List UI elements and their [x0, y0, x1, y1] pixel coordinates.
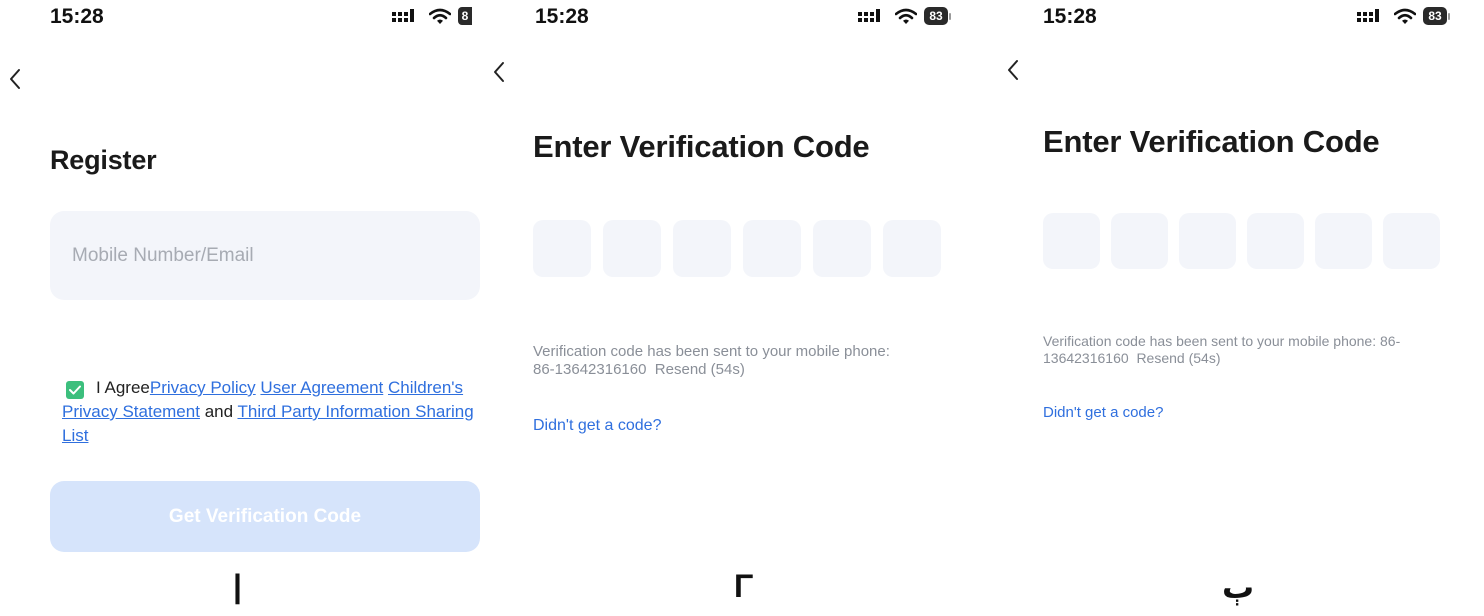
- code-sent-message: Verification code has been sent to your …: [533, 343, 913, 379]
- page-title: Register: [50, 145, 157, 175]
- battery-icon: 83: [1423, 7, 1447, 25]
- back-button[interactable]: [490, 59, 508, 85]
- code-digit-box[interactable]: [743, 220, 801, 277]
- status-time: 15:28: [50, 5, 104, 28]
- code-digit-box[interactable]: [1043, 213, 1100, 269]
- battery-cap: [949, 12, 951, 20]
- mobile-email-input[interactable]: [72, 244, 480, 267]
- status-time: 15:28: [1043, 5, 1097, 28]
- get-verification-code-button[interactable]: Get Verification Code: [50, 481, 480, 552]
- code-digit-box[interactable]: [1247, 213, 1304, 269]
- screen-caption: ٻ: [1222, 569, 1255, 605]
- back-button[interactable]: [6, 66, 24, 92]
- chevron-left-icon: [494, 62, 504, 82]
- sent-text: Verification code has been sent to your …: [1043, 333, 1401, 366]
- agree-checkbox[interactable]: [66, 381, 84, 399]
- back-button[interactable]: [1004, 57, 1022, 83]
- wifi-icon: [429, 8, 451, 24]
- code-digit-box[interactable]: [1315, 213, 1372, 269]
- code-digit-box[interactable]: [1179, 213, 1236, 269]
- code-digit-box[interactable]: [1383, 213, 1440, 269]
- battery-icon: 8: [458, 7, 472, 25]
- resend-countdown[interactable]: Resend (54s): [655, 361, 745, 378]
- cellular-signal-icon: [858, 9, 880, 22]
- agreement-text: I AgreePrivacy Policy User Agreement Chi…: [62, 376, 474, 448]
- chevron-left-icon: [1008, 60, 1018, 80]
- cellular-signal-icon: [1357, 9, 1379, 22]
- code-digit-box[interactable]: [673, 220, 731, 277]
- code-sent-message: Verification code has been sent to your …: [1043, 333, 1418, 367]
- verification-code-input[interactable]: [533, 220, 941, 277]
- wifi-icon: [1394, 8, 1416, 24]
- page-title: Enter Verification Code: [1043, 124, 1380, 159]
- screen-verify-2: 15:28 83 Enter Verification Code Verific…: [994, 0, 1484, 616]
- screen-caption: |: [233, 568, 242, 604]
- code-digit-box[interactable]: [603, 220, 661, 277]
- cellular-signal-icon: [392, 9, 414, 22]
- didnt-get-code-link[interactable]: Didn't get a code?: [533, 417, 661, 435]
- checkmark-icon: [69, 385, 81, 395]
- status-icons: 8: [392, 5, 472, 27]
- code-digit-box[interactable]: [533, 220, 591, 277]
- code-digit-box[interactable]: [883, 220, 941, 277]
- didnt-get-code-link[interactable]: Didn't get a code?: [1043, 404, 1163, 421]
- page-title: Enter Verification Code: [533, 129, 870, 164]
- status-icons: 83: [1357, 5, 1450, 27]
- code-digit-box[interactable]: [813, 220, 871, 277]
- screen-register: 15:28 8 Register I AgreePrivacy Policy U…: [0, 0, 494, 616]
- code-digit-box[interactable]: [1111, 213, 1168, 269]
- privacy-policy-link[interactable]: Privacy Policy: [150, 378, 256, 397]
- status-icons: 83: [858, 5, 951, 27]
- verification-code-input[interactable]: [1043, 213, 1440, 269]
- screen-verify-1: 15:28 83 Enter Verification Code Verific…: [494, 0, 994, 616]
- user-agreement-link[interactable]: User Agreement: [260, 378, 383, 397]
- chevron-left-icon: [10, 69, 20, 89]
- resend-countdown[interactable]: Resend (54s): [1136, 350, 1220, 366]
- wifi-icon: [895, 8, 917, 24]
- screen-caption: Γ: [734, 568, 754, 604]
- and-text: and: [204, 402, 234, 421]
- battery-icon: 83: [924, 7, 948, 25]
- battery-cap: [1448, 12, 1450, 20]
- agree-prefix: I Agree: [96, 378, 150, 397]
- mobile-email-field[interactable]: [50, 211, 480, 300]
- status-time: 15:28: [535, 5, 589, 28]
